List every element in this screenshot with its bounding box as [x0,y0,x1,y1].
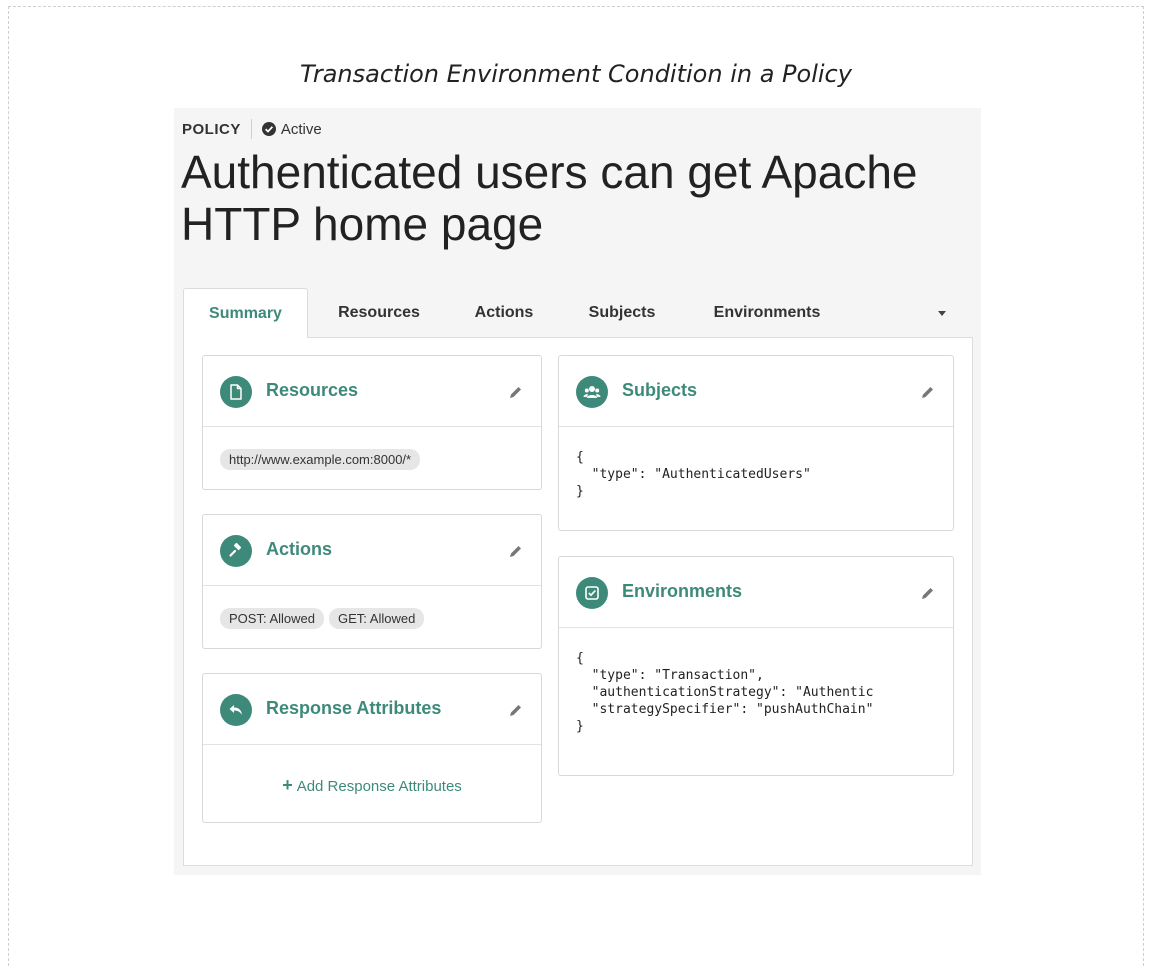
subjects-card-title: Subjects [622,380,698,400]
status-text: Active [280,120,322,138]
actions-card-header: Actions [203,515,541,586]
check-circle-icon [261,122,276,136]
environments-card: Environments { "type": "Transaction", "a… [558,556,954,776]
action-chip-post: POST: Allowed [220,608,324,629]
actions-card: Actions POST: Allowed GET: Allowed [202,514,542,649]
subjects-card: Subjects { "type": "AuthenticatedUsers" … [558,355,954,531]
header-divider [250,119,252,139]
resources-card: Resources http://www.example.com:8000/* [202,355,542,490]
environments-card-title: Environments [622,581,743,601]
tab-subjects[interactable]: Subjects [579,288,665,338]
environments-card-header: Environments [559,557,953,628]
tab-bar: Summary Resources Actions Subjects Envir… [183,288,973,338]
action-chips: POST: Allowed GET: Allowed [220,608,429,629]
tab-resources[interactable]: Resources [331,288,427,338]
resources-card-header: Resources [203,356,541,427]
checkbox-icon [576,577,608,609]
add-response-attributes-label: Add Response Attributes [296,778,462,795]
plus-icon: + [282,775,293,795]
figure-caption: Transaction Environment Condition in a P… [300,60,852,88]
resource-chip: http://www.example.com:8000/* [220,449,421,470]
reply-icon [220,694,252,726]
actions-card-title: Actions [266,539,333,559]
pencil-icon[interactable] [921,385,935,399]
add-response-attributes-link[interactable]: + Add Response Attributes [203,775,541,796]
pencil-icon[interactable] [509,703,523,717]
users-icon [576,376,608,408]
gavel-icon [220,535,252,567]
resource-chips: http://www.example.com:8000/* [220,449,425,470]
response-attributes-card-header: Response Attributes [203,674,541,745]
pencil-icon[interactable] [921,586,935,600]
document-icon [220,376,252,408]
tab-environments[interactable]: Environments [703,288,831,338]
pencil-icon[interactable] [509,385,523,399]
tab-actions[interactable]: Actions [466,288,542,338]
pencil-icon[interactable] [509,544,523,558]
action-chip-get: GET: Allowed [329,608,425,629]
status-badge: Active [261,120,322,138]
environments-json: { "type": "Transaction", "authentication… [576,651,874,734]
resources-card-title: Resources [266,380,359,400]
response-attributes-card: Response Attributes + Add Response Attrib… [202,673,542,823]
tab-summary[interactable]: Summary [183,288,308,338]
summary-panel: Resources http://www.example.com:8000/* … [183,337,973,866]
response-attributes-card-title: Response Attributes [266,698,442,718]
subjects-json: { "type": "AuthenticatedUsers" } [576,450,811,499]
policy-label: POLICY [182,120,241,138]
subjects-card-header: Subjects [559,356,953,427]
page-title: Authenticated users can get Apache HTTP … [181,146,918,250]
caret-down-icon[interactable] [938,311,946,316]
policy-page: POLICY Active Authenticated users can ge… [174,108,981,875]
policy-header: POLICY Active [182,118,322,140]
